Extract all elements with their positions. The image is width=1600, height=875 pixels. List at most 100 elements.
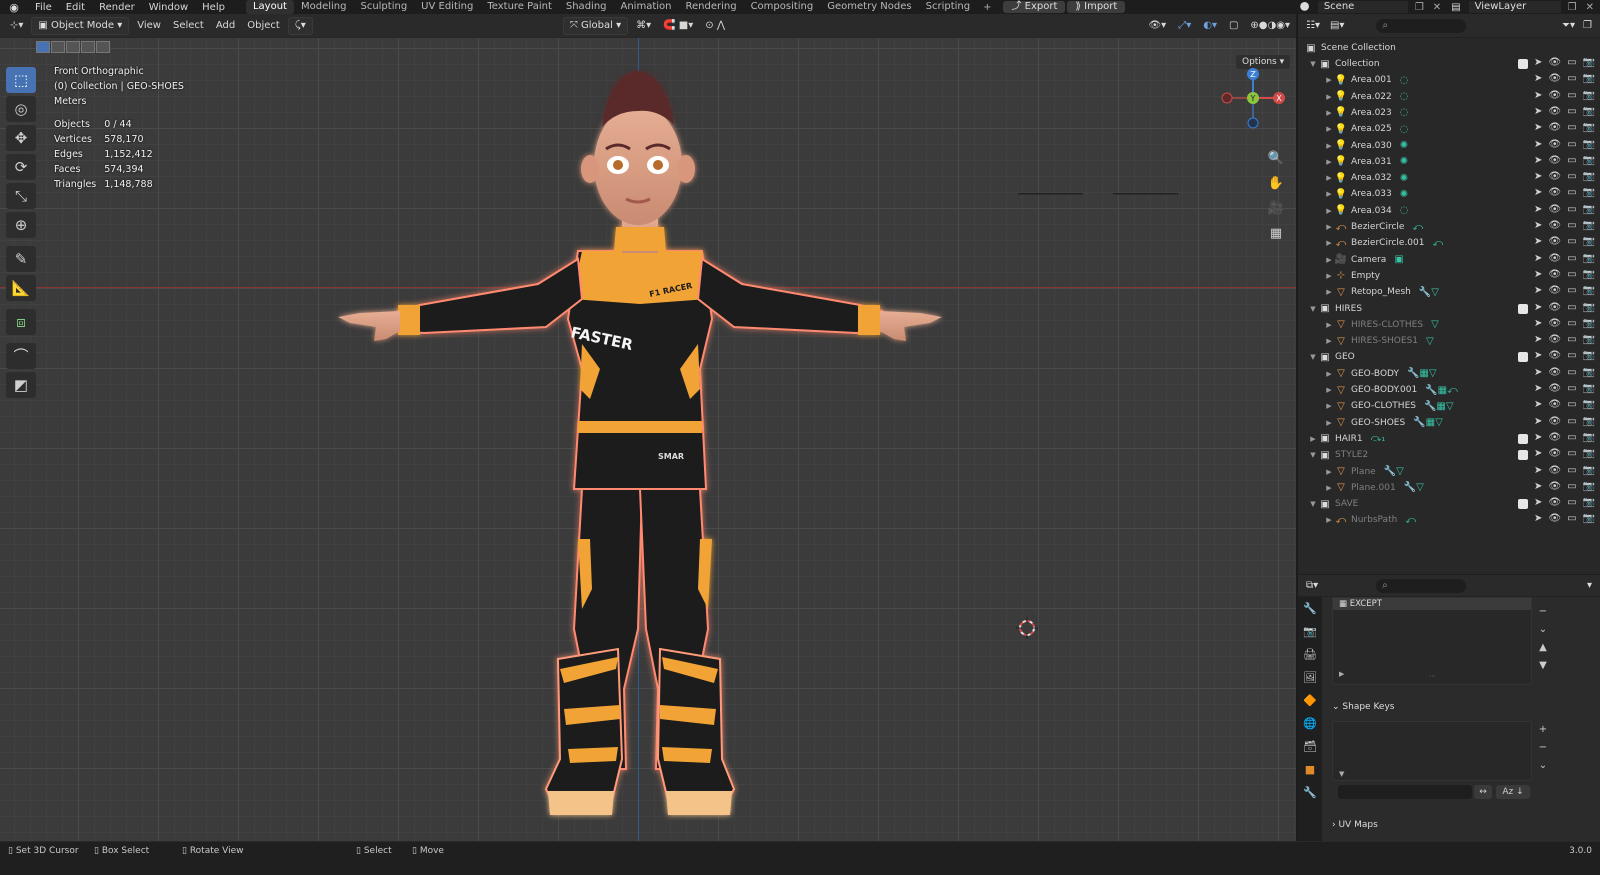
viewport-3d[interactable]: ⊹▾ ▣ Object Mode ▾ View Select Add Objec… bbox=[0, 14, 1296, 841]
move-up-icon[interactable]: ▲ bbox=[1536, 639, 1550, 657]
eye-icon[interactable]: 👁 bbox=[1548, 399, 1561, 410]
render-camera-icon[interactable]: 📷 bbox=[1583, 139, 1595, 150]
shape-keys-expand-icon[interactable]: ▼ bbox=[1339, 770, 1344, 778]
new-viewlayer-icon[interactable]: ❐ bbox=[1565, 2, 1580, 13]
eye-icon[interactable]: 👁 bbox=[1548, 350, 1561, 362]
expand-arrow-icon[interactable]: ▶ bbox=[1324, 484, 1334, 492]
exclude-checkbox[interactable] bbox=[1518, 499, 1528, 510]
cursor-tool-icon[interactable]: ◎ bbox=[6, 96, 36, 122]
tab-shading[interactable]: Shading bbox=[559, 0, 614, 14]
expand-arrow-icon[interactable]: ▶ bbox=[1308, 435, 1318, 443]
camera-view-icon[interactable]: 🎥 bbox=[1264, 197, 1288, 221]
add-workspace-icon[interactable]: + bbox=[977, 2, 997, 13]
viewport-disable-icon[interactable]: ▭ bbox=[1567, 236, 1576, 247]
modifier-data-icons[interactable]: ◌ bbox=[1400, 107, 1409, 118]
selectable-icon[interactable]: ➤ bbox=[1534, 204, 1542, 215]
render-camera-icon[interactable]: 📷 bbox=[1583, 497, 1595, 509]
selectable-icon[interactable]: ➤ bbox=[1534, 155, 1542, 166]
selectable-icon[interactable]: ➤ bbox=[1534, 481, 1542, 492]
render-camera-icon[interactable]: 📷 bbox=[1583, 90, 1595, 101]
outliner-object-row[interactable]: ▶ 💡 Area.030 ✺ ➤ 👁 ▭ 📷 bbox=[1298, 138, 1600, 154]
eye-icon[interactable]: 👁 bbox=[1548, 204, 1561, 215]
render-camera-icon[interactable]: 📷 bbox=[1583, 285, 1595, 296]
outliner-editor-icon[interactable]: ☷▾ bbox=[1302, 20, 1324, 31]
export-button[interactable]: ⤴ Export bbox=[1003, 1, 1066, 13]
render-camera-icon[interactable]: 📷 bbox=[1583, 269, 1595, 280]
selectable-icon[interactable]: ➤ bbox=[1534, 432, 1542, 444]
viewport-disable-icon[interactable]: ▭ bbox=[1567, 481, 1576, 492]
outliner-object-row[interactable]: ▶ ⤺ BezierCircle.001 ⤺ ➤ 👁 ▭ 📷 bbox=[1298, 235, 1600, 251]
overlay-toggle-icon[interactable]: ◐▾ bbox=[1197, 17, 1223, 35]
viewlayer-field[interactable]: ViewLayer bbox=[1468, 1, 1561, 13]
selectable-icon[interactable]: ➤ bbox=[1534, 187, 1542, 198]
image-tool-icon[interactable]: ◩ bbox=[6, 372, 36, 398]
render-camera-icon[interactable]: 📷 bbox=[1583, 122, 1595, 133]
outliner-collection-row[interactable]: ▼ ▣ GEO ➤ 👁 ▭ 📷 bbox=[1298, 349, 1600, 365]
expand-arrow-icon[interactable]: ▼ bbox=[1308, 60, 1318, 68]
render-camera-icon[interactable]: 📷 bbox=[1583, 513, 1595, 524]
exclude-checkbox[interactable] bbox=[1518, 433, 1528, 444]
selectable-icon[interactable]: ➤ bbox=[1534, 513, 1542, 524]
select-new-icon[interactable] bbox=[36, 41, 50, 53]
output-tab-icon[interactable]: 🖨 bbox=[1298, 643, 1322, 666]
outliner-collection-row[interactable]: ▼ ▣ SAVE ➤ 👁 ▭ 📷 bbox=[1298, 496, 1600, 512]
selectable-icon[interactable]: ➤ bbox=[1534, 416, 1542, 427]
menu-file[interactable]: File bbox=[28, 2, 59, 13]
menu-help[interactable]: Help bbox=[195, 2, 232, 13]
viewport-disable-icon[interactable]: ▭ bbox=[1567, 253, 1576, 264]
selectable-icon[interactable]: ➤ bbox=[1534, 236, 1542, 247]
eye-icon[interactable]: 👁 bbox=[1548, 220, 1561, 231]
menu-select[interactable]: Select bbox=[167, 17, 210, 35]
render-camera-icon[interactable]: 📷 bbox=[1583, 383, 1595, 394]
annotate-tool-icon[interactable]: ✎ bbox=[6, 246, 36, 272]
render-camera-icon[interactable]: 📷 bbox=[1583, 302, 1595, 314]
eye-icon[interactable]: 👁 bbox=[1548, 432, 1561, 444]
remove-viewlayer-icon[interactable]: ✕ bbox=[1580, 2, 1600, 13]
viewport-disable-icon[interactable]: ▭ bbox=[1567, 318, 1576, 329]
selectable-icon[interactable]: ➤ bbox=[1534, 57, 1542, 69]
selectable-icon[interactable]: ➤ bbox=[1534, 122, 1542, 133]
visibility-icon[interactable]: 👁▾ bbox=[1142, 17, 1172, 35]
viewport-disable-icon[interactable]: ▭ bbox=[1567, 416, 1576, 427]
viewport-disable-icon[interactable]: ▭ bbox=[1567, 171, 1576, 182]
eye-icon[interactable]: 👁 bbox=[1548, 448, 1561, 460]
eye-icon[interactable]: 👁 bbox=[1548, 302, 1561, 314]
expand-arrow-icon[interactable]: ▶ bbox=[1324, 142, 1334, 150]
outliner-collection-row[interactable]: ▼ ▣ STYLE2 ➤ 👁 ▭ 📷 bbox=[1298, 447, 1600, 463]
render-camera-icon[interactable]: 📷 bbox=[1583, 236, 1595, 247]
outliner-object-row[interactable]: ▶ 💡 Area.023 ◌ ➤ 👁 ▭ 📷 bbox=[1298, 105, 1600, 121]
outliner-object-row[interactable]: ▶ 💡 Area.033 ✺ ➤ 👁 ▭ 📷 bbox=[1298, 186, 1600, 202]
selectable-icon[interactable]: ➤ bbox=[1534, 367, 1542, 378]
outliner-object-row[interactable]: ▶ ▽ GEO-SHOES 🔧▦▽ ➤ 👁 ▭ 📷 bbox=[1298, 415, 1600, 431]
scale-tool-icon[interactable]: ⤡ bbox=[6, 183, 36, 209]
navigation-gizmo[interactable]: Z X Y bbox=[1220, 68, 1290, 142]
new-collection-icon[interactable]: ❐ bbox=[1579, 20, 1596, 31]
eye-icon[interactable]: 👁 bbox=[1548, 171, 1561, 182]
outliner-object-row[interactable]: ▶ 💡 Area.031 ✺ ➤ 👁 ▭ 📷 bbox=[1298, 154, 1600, 170]
tab-rendering[interactable]: Rendering bbox=[678, 0, 743, 14]
selectable-icon[interactable]: ➤ bbox=[1534, 90, 1542, 101]
tab-uv-editing[interactable]: UV Editing bbox=[414, 0, 480, 14]
filter-icon[interactable]: ⏷▾ bbox=[1558, 20, 1579, 31]
snap-icon[interactable]: 🧲 ■▾ bbox=[657, 17, 699, 35]
list-item-except[interactable]: ▦ EXCEPT bbox=[1333, 598, 1531, 610]
render-camera-icon[interactable]: 📷 bbox=[1583, 481, 1595, 492]
move-down-icon[interactable]: ▼ bbox=[1536, 657, 1550, 675]
properties-options-icon[interactable]: ▾ bbox=[1583, 580, 1596, 591]
modifier-data-icons[interactable]: ⤺ bbox=[1412, 222, 1423, 233]
selectable-icon[interactable]: ➤ bbox=[1534, 139, 1542, 150]
viewport-disable-icon[interactable]: ▭ bbox=[1567, 57, 1576, 69]
selectable-icon[interactable]: ➤ bbox=[1534, 318, 1542, 329]
eye-icon[interactable]: 👁 bbox=[1548, 513, 1561, 524]
viewport-disable-icon[interactable]: ▭ bbox=[1567, 497, 1576, 509]
outliner-object-row[interactable]: ▶ ▽ Plane.001 🔧▽ ➤ 👁 ▭ 📷 bbox=[1298, 480, 1600, 496]
outliner-object-row[interactable]: ▶ ⊹ Empty ➤ 👁 ▭ 📷 bbox=[1298, 268, 1600, 284]
expand-arrow-icon[interactable]: ▶ bbox=[1324, 337, 1334, 345]
specials-menu-icon[interactable]: ⌄ bbox=[1536, 621, 1550, 639]
character-model[interactable]: FASTER F1 RACER SMAR bbox=[320, 69, 960, 869]
modifier-data-icons[interactable]: 🔧▽ bbox=[1384, 466, 1404, 477]
viewport-disable-icon[interactable]: ▭ bbox=[1567, 139, 1576, 150]
modifier-data-icons[interactable]: ▣ bbox=[1394, 254, 1403, 265]
expand-arrow-icon[interactable]: ▼ bbox=[1308, 500, 1318, 508]
modifier-tab-icon[interactable]: 🔧 bbox=[1298, 781, 1322, 804]
